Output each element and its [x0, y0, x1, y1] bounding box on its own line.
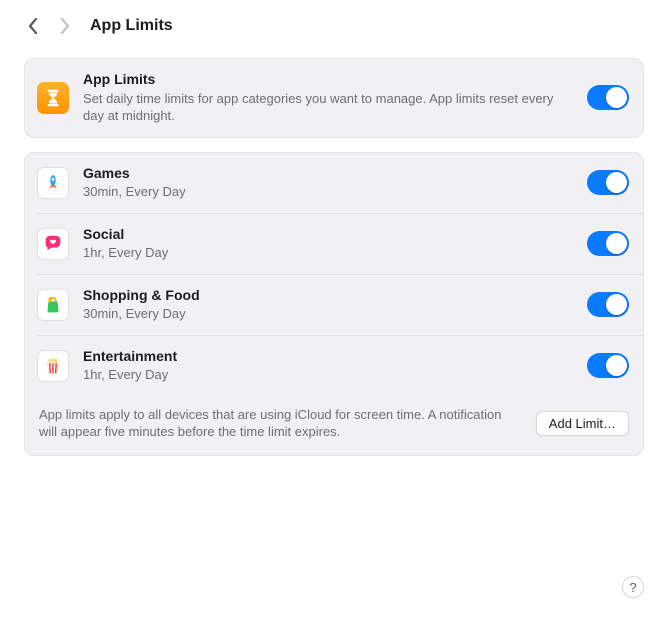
- category-title: Games: [83, 165, 575, 183]
- master-title: App Limits: [83, 71, 575, 89]
- category-text: Entertainment 1hr, Every Day: [83, 348, 575, 384]
- content-panel: App Limits Set daily time limits for app…: [24, 58, 644, 456]
- category-title: Shopping & Food: [83, 287, 575, 305]
- master-group: App Limits Set daily time limits for app…: [24, 58, 644, 138]
- master-toggle[interactable]: [587, 85, 629, 110]
- category-title: Entertainment: [83, 348, 575, 366]
- category-text: Shopping & Food 30min, Every Day: [83, 287, 575, 323]
- popcorn-icon: [37, 350, 69, 382]
- shopping-bag-icon: [37, 289, 69, 321]
- category-sub: 1hr, Every Day: [83, 366, 575, 384]
- category-sub: 1hr, Every Day: [83, 244, 575, 262]
- page-title: App Limits: [90, 17, 173, 35]
- category-row-shopping[interactable]: Shopping & Food 30min, Every Day: [37, 274, 643, 335]
- category-sub: 30min, Every Day: [83, 183, 575, 201]
- nav-arrows: [26, 17, 72, 35]
- category-toggle-social[interactable]: [587, 231, 629, 256]
- category-title: Social: [83, 226, 575, 244]
- category-text: Social 1hr, Every Day: [83, 226, 575, 262]
- categories-group: Games 30min, Every Day Social 1hr, Every…: [24, 152, 644, 456]
- category-row-games[interactable]: Games 30min, Every Day: [25, 153, 643, 213]
- category-toggle-shopping[interactable]: [587, 292, 629, 317]
- category-row-entertainment[interactable]: Entertainment 1hr, Every Day: [37, 335, 643, 396]
- header-bar: App Limits: [0, 0, 668, 52]
- help-button[interactable]: ?: [622, 576, 644, 598]
- forward-button[interactable]: [58, 17, 72, 35]
- master-description: Set daily time limits for app categories…: [83, 90, 575, 125]
- back-button[interactable]: [26, 17, 40, 35]
- add-limit-button[interactable]: Add Limit…: [536, 411, 629, 436]
- master-row: App Limits Set daily time limits for app…: [25, 59, 643, 137]
- chat-heart-icon: [37, 228, 69, 260]
- chevron-right-icon: [60, 18, 70, 34]
- category-row-social[interactable]: Social 1hr, Every Day: [37, 213, 643, 274]
- app-limits-window: App Limits App Limits Set daily time lim…: [0, 0, 668, 620]
- master-text: App Limits Set daily time limits for app…: [83, 71, 575, 125]
- category-sub: 30min, Every Day: [83, 305, 575, 323]
- chevron-left-icon: [28, 18, 38, 34]
- category-text: Games 30min, Every Day: [83, 165, 575, 201]
- category-toggle-games[interactable]: [587, 170, 629, 195]
- rocket-icon: [37, 167, 69, 199]
- category-toggle-entertainment[interactable]: [587, 353, 629, 378]
- footer-note: App limits apply to all devices that are…: [39, 406, 522, 441]
- help-icon: ?: [629, 580, 636, 595]
- hourglass-icon: [37, 82, 69, 114]
- footer-row: App limits apply to all devices that are…: [25, 396, 643, 455]
